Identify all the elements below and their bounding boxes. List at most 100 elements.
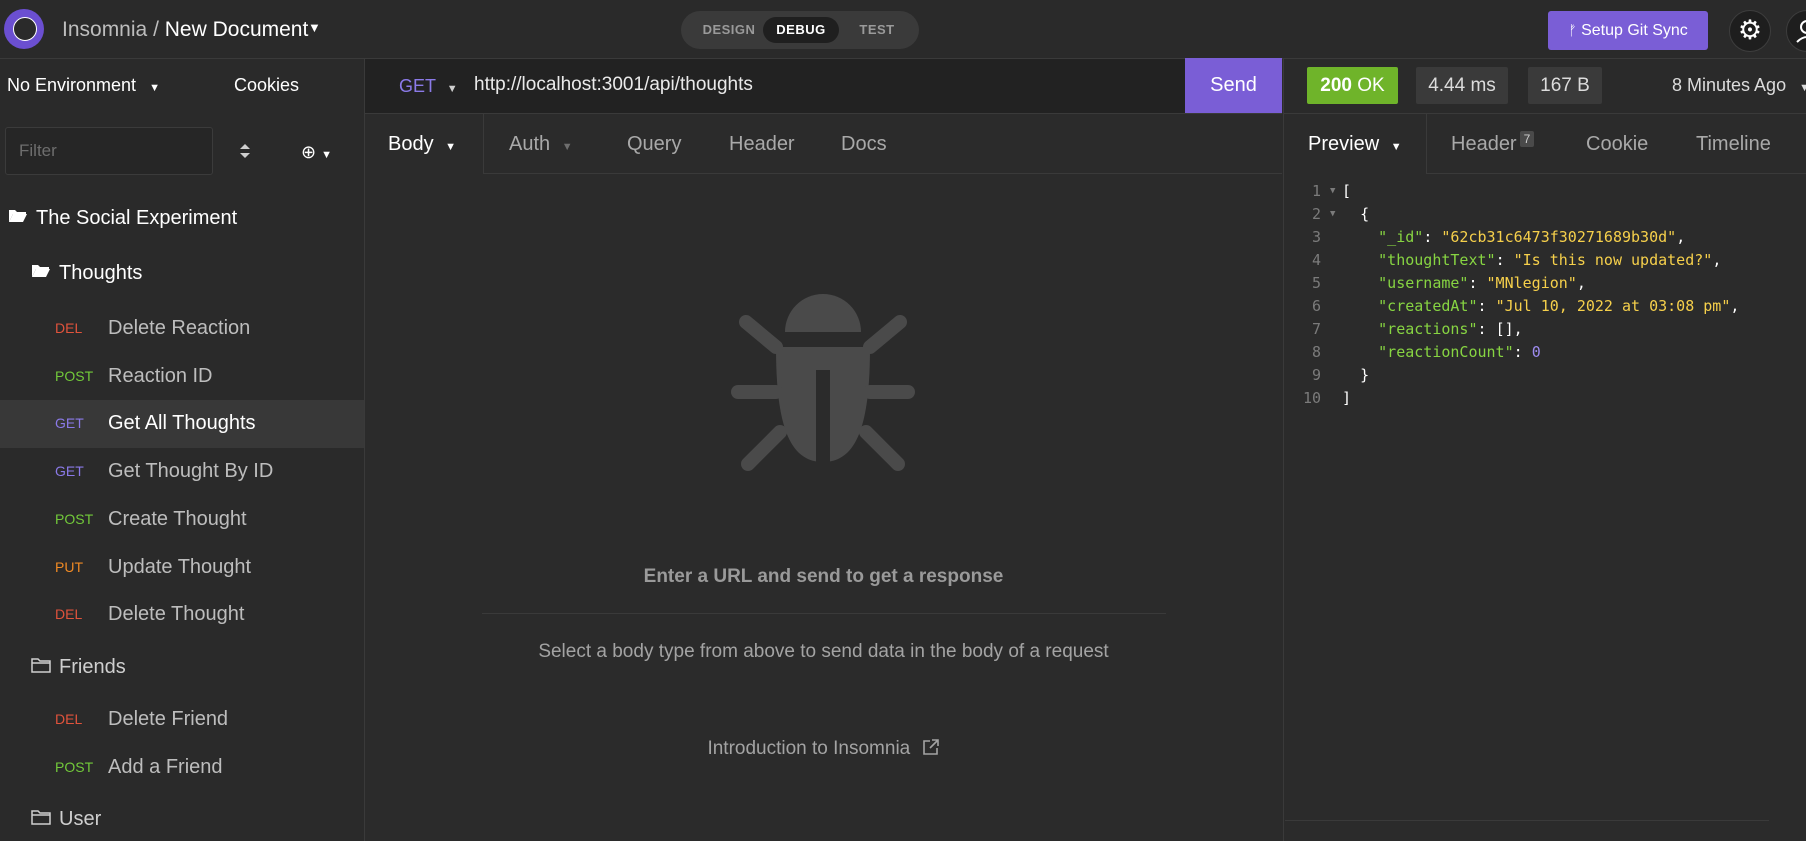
- response-time: 4.44 ms: [1416, 67, 1508, 104]
- request-item[interactable]: POST Reaction ID: [0, 353, 364, 401]
- line-number: 2: [1311, 205, 1321, 223]
- response-tabs: Preview ▼ Header 7 Cookie Timeline: [1283, 114, 1806, 174]
- line-number: 6: [1311, 297, 1321, 315]
- folder-label: Friends: [59, 656, 126, 678]
- empty-state-title: Enter a URL and send to get a response: [643, 566, 1004, 587]
- json-sep: :: [1468, 274, 1487, 292]
- json-viewer[interactable]: 1 ▼[ 2 ▼ { 3 "_id": "62cb31c6473f3027168…: [1283, 180, 1739, 410]
- tab-query[interactable]: Query: [627, 133, 681, 156]
- method-badge: POST: [55, 511, 94, 527]
- chevron-down-icon[interactable]: ▼: [308, 20, 321, 35]
- method-badge: GET: [55, 415, 84, 431]
- intro-link[interactable]: Introduction to Insomnia: [365, 738, 1282, 760]
- request-label: Get All Thoughts: [108, 412, 256, 434]
- document-name[interactable]: New Document: [165, 18, 309, 41]
- user-icon[interactable]: [1786, 10, 1806, 52]
- code-line: 7 "reactions": [],: [1283, 318, 1739, 341]
- tab-timeline[interactable]: Timeline: [1696, 133, 1771, 156]
- tab-body[interactable]: Body ▼: [388, 133, 456, 156]
- json-sep: :: [1513, 343, 1532, 361]
- filter-input[interactable]: [5, 127, 213, 175]
- response-history-dropdown[interactable]: 8 Minutes Ago ▼: [1672, 75, 1806, 96]
- git-sync-label: Setup Git Sync: [1581, 22, 1688, 39]
- environment-select[interactable]: No Environment ▼: [7, 75, 160, 96]
- request-item[interactable]: DEL Delete Friend: [0, 696, 364, 744]
- method-badge: DEL: [55, 320, 83, 336]
- gear-icon[interactable]: ⚙: [1729, 10, 1771, 52]
- code-line: 6 "createdAt": "Jul 10, 2022 at 03:08 pm…: [1283, 295, 1739, 318]
- json-key: "reactionCount": [1378, 343, 1514, 361]
- json-bracket: [: [1342, 182, 1352, 200]
- cookies-button[interactable]: Cookies: [234, 75, 299, 96]
- chevron-down-icon: ▼: [446, 83, 458, 95]
- json-sep: :: [1477, 297, 1496, 315]
- sort-icon[interactable]: [238, 141, 252, 161]
- empty-state-subtitle: Select a body type from above to send da…: [538, 641, 1109, 662]
- folder-friends[interactable]: Friends: [31, 656, 126, 679]
- json-array: []: [1495, 320, 1514, 338]
- request-item-active[interactable]: GET Get All Thoughts: [0, 400, 364, 448]
- json-key: "username": [1378, 274, 1469, 292]
- document-breadcrumb[interactable]: Insomnia / New Document: [62, 18, 308, 42]
- request-item[interactable]: POST Add a Friend: [0, 744, 364, 792]
- url-bar: GET ▼ http://localhost:3001/api/thoughts: [365, 59, 1282, 114]
- request-label: Update Thought: [108, 556, 252, 578]
- line-number: 8: [1311, 343, 1321, 361]
- folder-thoughts[interactable]: Thoughts: [31, 262, 142, 285]
- method-select[interactable]: GET ▼: [399, 76, 458, 97]
- workspace-folder[interactable]: The Social Experiment: [8, 207, 237, 230]
- chevron-down-icon: ▼: [445, 141, 457, 153]
- folder-open-icon: [8, 207, 30, 230]
- tab-auth-label: Auth: [509, 133, 551, 155]
- add-request-button[interactable]: ⊕ ▼: [301, 142, 332, 163]
- json-bracket: ]: [1342, 389, 1352, 407]
- send-button[interactable]: Send: [1185, 58, 1282, 113]
- tab-design[interactable]: DESIGN: [689, 17, 769, 43]
- json-string: "MNlegion": [1486, 274, 1577, 292]
- fold-arrow-icon[interactable]: ▼: [1330, 180, 1342, 203]
- tab-header[interactable]: Header: [729, 133, 795, 156]
- line-number: 3: [1311, 228, 1321, 246]
- line-number: 1: [1311, 182, 1321, 200]
- tab-debug[interactable]: DEBUG: [763, 17, 839, 43]
- response-size: 167 B: [1528, 67, 1602, 104]
- folder-user[interactable]: User: [31, 808, 101, 831]
- request-item[interactable]: DEL Delete Thought: [0, 591, 364, 639]
- tab-response-header[interactable]: Header 7: [1451, 131, 1535, 156]
- folder-icon: [31, 656, 53, 679]
- request-item[interactable]: DEL Delete Reaction: [0, 305, 364, 353]
- line-number: 5: [1311, 274, 1321, 292]
- tab-preview-label: Preview: [1308, 133, 1380, 155]
- line-number: 4: [1311, 251, 1321, 269]
- json-comma: ,: [1676, 228, 1686, 246]
- json-key: "thoughtText": [1378, 251, 1496, 269]
- json-key: "_id": [1378, 228, 1424, 246]
- folder-label: User: [59, 808, 102, 830]
- json-number: 0: [1531, 343, 1541, 361]
- url-input[interactable]: http://localhost:3001/api/thoughts: [474, 74, 753, 96]
- json-comma: ,: [1576, 274, 1586, 292]
- json-bracket: {: [1360, 205, 1370, 223]
- tab-auth[interactable]: Auth ▼: [509, 133, 573, 156]
- insomnia-logo-icon[interactable]: [4, 9, 44, 49]
- code-line: 8 "reactionCount": 0: [1283, 341, 1739, 364]
- json-comma: ,: [1712, 251, 1722, 269]
- request-item[interactable]: PUT Update Thought: [0, 544, 364, 592]
- tab-cookie[interactable]: Cookie: [1586, 133, 1648, 156]
- request-item[interactable]: POST Create Thought: [0, 496, 364, 544]
- setup-git-sync-button[interactable]: ᚠ Setup Git Sync: [1548, 11, 1708, 50]
- folder-label: Thoughts: [59, 262, 143, 284]
- tab-test[interactable]: TEST: [839, 17, 915, 43]
- tab-docs[interactable]: Docs: [841, 133, 887, 156]
- app-name[interactable]: Insomnia: [62, 18, 147, 41]
- code-line: 2 ▼ {: [1283, 203, 1739, 226]
- request-item[interactable]: GET Get Thought By ID: [0, 448, 364, 496]
- request-label: Delete Thought: [108, 603, 245, 625]
- plus-circle-icon: ⊕: [301, 142, 317, 162]
- tab-preview[interactable]: Preview ▼: [1308, 133, 1402, 156]
- fold-arrow-icon[interactable]: ▼: [1330, 203, 1342, 226]
- method-badge: PUT: [55, 559, 83, 575]
- divider: [482, 613, 1166, 614]
